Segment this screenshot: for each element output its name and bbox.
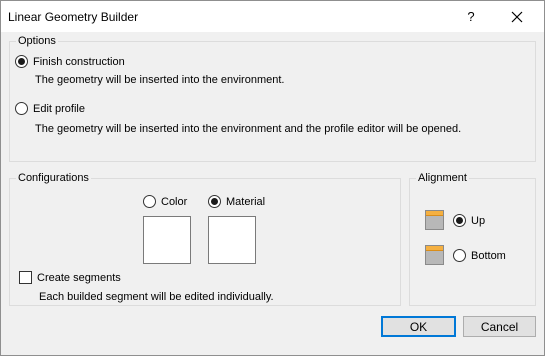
configurations-group: Configurations Color Material Create seg… [9,172,401,306]
cancel-button-label: Cancel [480,319,519,334]
finish-construction-radio-circle[interactable] [15,55,28,68]
finish-construction-description: The geometry will be inserted into the e… [35,74,285,86]
finish-construction-radio[interactable]: Finish construction [15,55,125,68]
edit-profile-label: Edit profile [33,102,85,115]
align-top-icon [425,210,444,230]
up-radio[interactable]: Up [453,214,485,227]
create-segments-checkbox[interactable]: Create segments [19,271,121,284]
create-segments-label: Create segments [37,271,121,284]
title-bar: Linear Geometry Builder ? [1,1,544,32]
finish-construction-label: Finish construction [33,55,125,68]
bottom-radio[interactable]: Bottom [453,249,506,262]
options-group: Options Finish construction The geometry… [9,35,536,162]
help-button[interactable]: ? [455,1,487,32]
color-radio-circle[interactable] [143,195,156,208]
create-segments-description: Each builded segment will be edited indi… [39,291,274,303]
cancel-button[interactable]: Cancel [463,316,536,337]
window-title: Linear Geometry Builder [8,10,139,24]
options-legend: Options [16,35,58,48]
edit-profile-radio-circle[interactable] [15,102,28,115]
material-radio[interactable]: Material [208,195,265,208]
help-icon: ? [467,9,475,24]
bottom-radio-circle[interactable] [453,249,466,262]
edit-profile-radio[interactable]: Edit profile [15,102,85,115]
edit-profile-description: The geometry will be inserted into the e… [35,123,462,135]
material-swatch[interactable] [208,216,256,264]
create-segments-checkbox-box[interactable] [19,271,32,284]
close-icon [511,11,523,22]
configurations-legend: Configurations [16,172,91,185]
bottom-label: Bottom [471,249,506,262]
material-radio-circle[interactable] [208,195,221,208]
ok-button[interactable]: OK [381,316,456,337]
close-button[interactable] [499,1,535,32]
alignment-legend: Alignment [416,172,469,185]
ok-button-label: OK [409,319,428,334]
alignment-group: Alignment Up Bottom [409,172,536,306]
align-bottom-icon [425,245,444,265]
dialog-window: Linear Geometry Builder ? Options Finish… [0,0,545,356]
color-radio[interactable]: Color [143,195,187,208]
up-label: Up [471,214,486,227]
up-radio-circle[interactable] [453,214,466,227]
material-label: Material [226,195,266,208]
color-swatch[interactable] [143,216,191,264]
color-label: Color [161,195,188,208]
